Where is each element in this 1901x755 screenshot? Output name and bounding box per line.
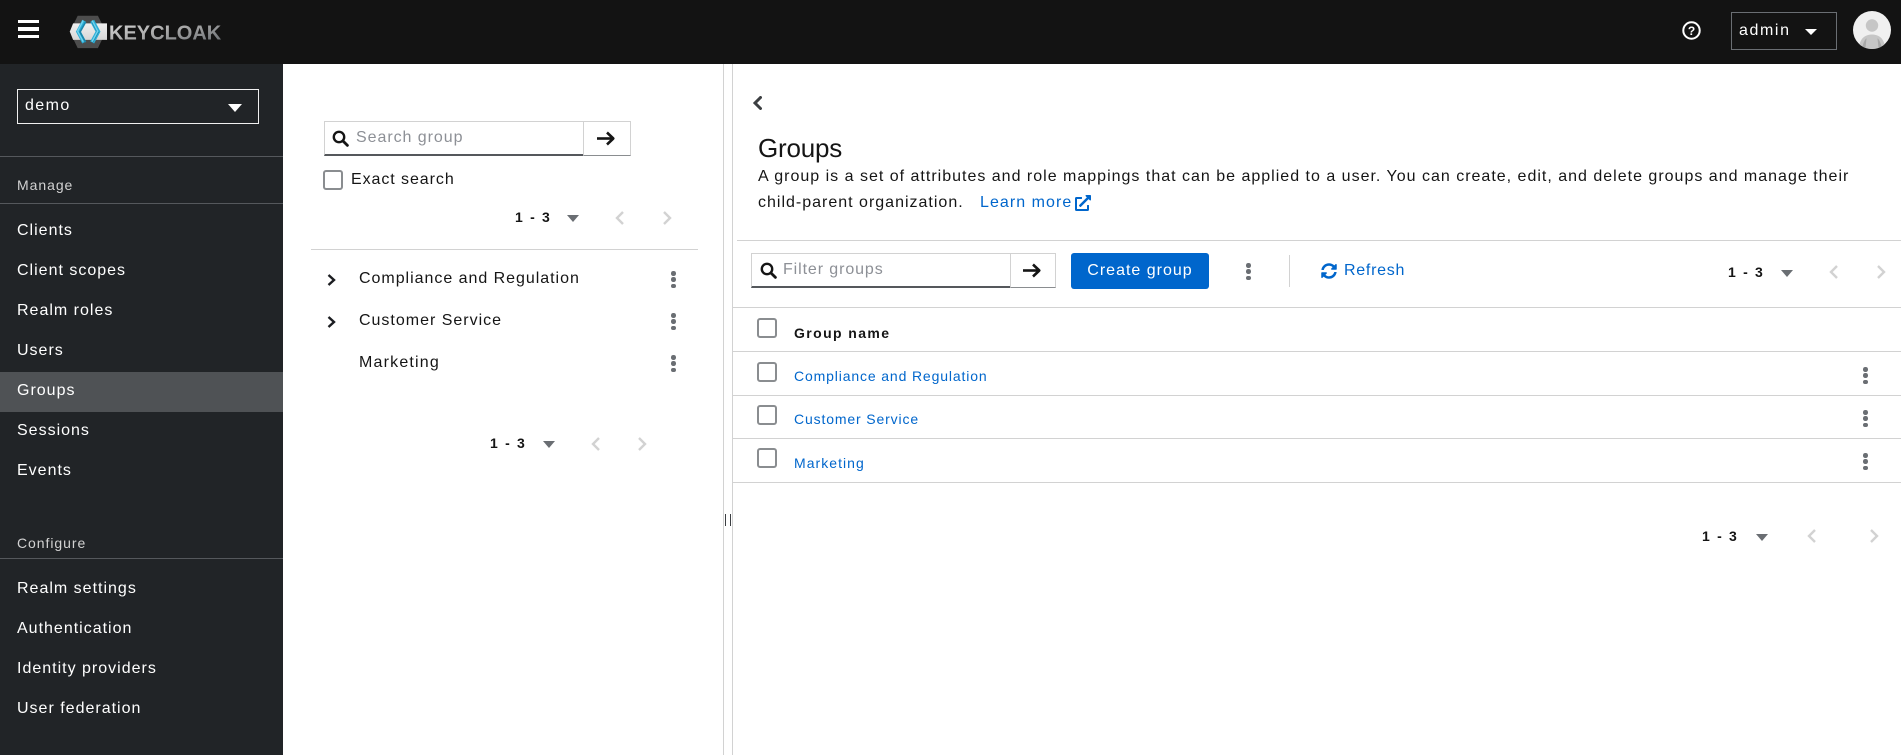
svg-text:KEYCLOAK: KEYCLOAK <box>109 22 222 44</box>
svg-text:?: ? <box>1688 24 1695 38</box>
